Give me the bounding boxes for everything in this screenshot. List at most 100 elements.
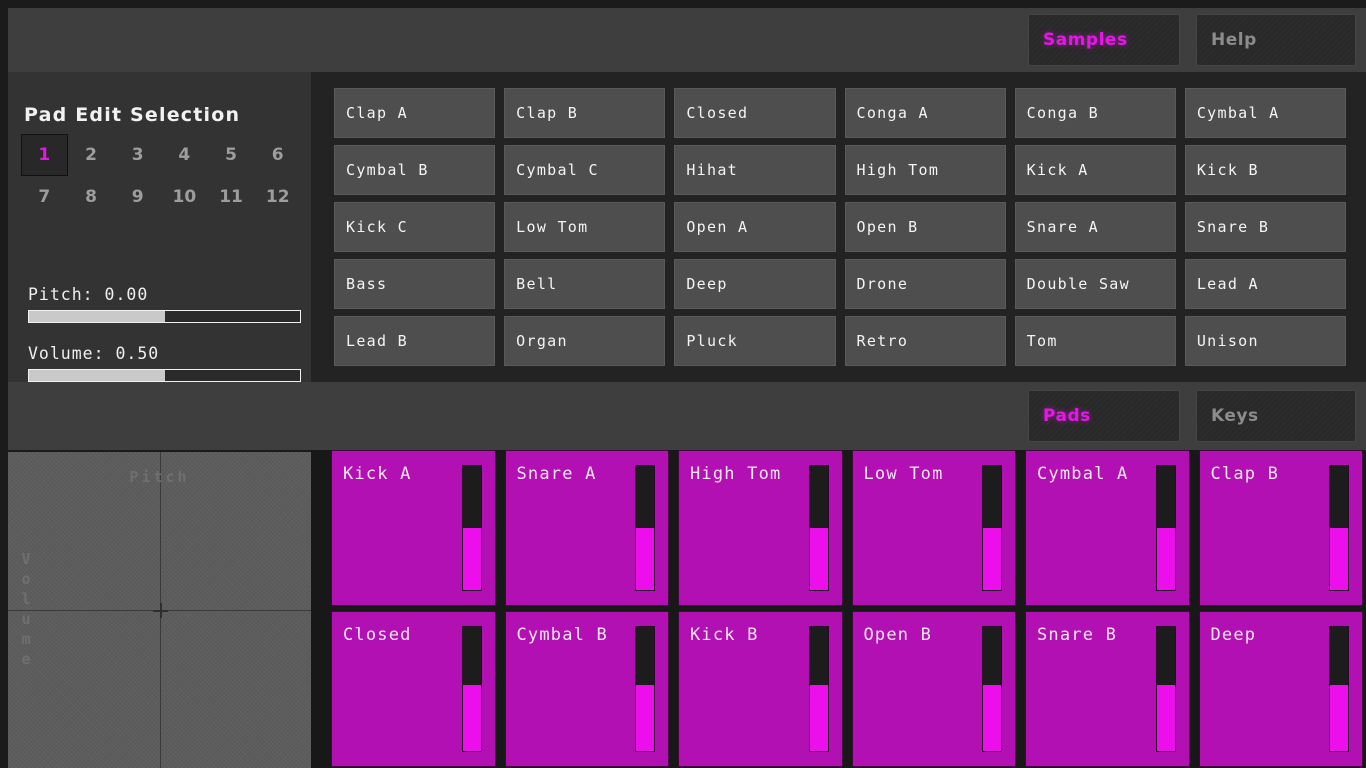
- performance-pad[interactable]: Closed: [331, 611, 496, 767]
- performance-pad-meter-fill: [462, 528, 481, 590]
- sample-button[interactable]: Drone: [844, 259, 1006, 309]
- sample-button[interactable]: Open A: [674, 202, 836, 252]
- pad-number-8[interactable]: 8: [68, 176, 115, 218]
- pitch-control: Pitch: 0.00: [28, 285, 303, 323]
- performance-pad-meter[interactable]: [1155, 626, 1176, 752]
- sample-button[interactable]: Snare B: [1184, 202, 1346, 252]
- sample-button[interactable]: Conga A: [844, 88, 1006, 138]
- sample-button[interactable]: Cymbal C: [504, 145, 666, 195]
- sample-button[interactable]: Pluck: [674, 316, 836, 366]
- performance-pad-meter[interactable]: [808, 465, 829, 591]
- performance-pad-meter[interactable]: [1329, 626, 1349, 752]
- performance-pad[interactable]: Clap B: [1198, 450, 1363, 606]
- performance-pad-meter-fill: [462, 685, 481, 751]
- performance-pad[interactable]: Snare B: [1025, 611, 1190, 767]
- sample-button[interactable]: Kick A: [1014, 145, 1176, 195]
- sample-button[interactable]: Bell: [504, 259, 666, 309]
- performance-pad-meter[interactable]: [635, 465, 655, 591]
- performance-pad-label: Deep: [1210, 625, 1257, 645]
- performance-pad[interactable]: Kick A: [331, 450, 496, 606]
- volume-slider[interactable]: [28, 369, 301, 382]
- sample-button[interactable]: Retro: [844, 316, 1006, 366]
- xy-control-pad[interactable]: Pitch Volume: [8, 452, 311, 768]
- sample-button[interactable]: Cymbal B: [334, 145, 496, 195]
- sample-button[interactable]: Tom: [1014, 316, 1176, 366]
- sample-button[interactable]: Kick B: [1184, 145, 1346, 195]
- pitch-slider[interactable]: [28, 310, 301, 323]
- tab-samples[interactable]: Samples: [1028, 14, 1180, 66]
- pad-number-12[interactable]: 12: [254, 176, 301, 218]
- performance-pad[interactable]: Deep: [1198, 611, 1363, 767]
- sample-button[interactable]: Double Saw: [1014, 259, 1176, 309]
- performance-pad-meter[interactable]: [982, 465, 1002, 591]
- pad-number-2[interactable]: 2: [68, 134, 115, 176]
- tab-help[interactable]: Help: [1196, 14, 1356, 66]
- sample-button[interactable]: Conga B: [1014, 88, 1176, 138]
- xy-x-axis-label: Pitch: [129, 468, 190, 486]
- performance-pad-label: Low Tom: [863, 464, 944, 484]
- sample-button[interactable]: Kick C: [334, 202, 496, 252]
- performance-pad[interactable]: Low Tom: [851, 450, 1016, 606]
- performance-pad-label: Snare A: [516, 464, 597, 484]
- sample-button[interactable]: Snare A: [1014, 202, 1176, 252]
- sample-button[interactable]: Unison: [1184, 316, 1346, 366]
- performance-pad-meter[interactable]: [461, 465, 482, 591]
- performance-pad[interactable]: High Tom: [678, 450, 843, 606]
- tab-keys[interactable]: Keys: [1196, 390, 1356, 442]
- performance-pad-meter[interactable]: [1155, 465, 1176, 591]
- tab-pads[interactable]: Pads: [1028, 390, 1180, 442]
- pad-number-6[interactable]: 6: [254, 134, 301, 176]
- sample-button[interactable]: Closed: [674, 88, 836, 138]
- sample-button[interactable]: Hihat: [674, 145, 836, 195]
- performance-pad-meter[interactable]: [461, 626, 482, 752]
- pad-number-7[interactable]: 7: [21, 176, 68, 218]
- pad-number-10[interactable]: 10: [161, 176, 208, 218]
- page-title: Pad Edit Selection: [24, 104, 241, 126]
- performance-pad-label: Kick B: [690, 625, 759, 645]
- sample-button[interactable]: Organ: [504, 316, 666, 366]
- sample-button[interactable]: Open B: [844, 202, 1006, 252]
- sample-button[interactable]: Low Tom: [504, 202, 666, 252]
- performance-pad-meter-fill: [636, 685, 654, 751]
- xy-cursor-crosshair-icon[interactable]: [152, 603, 168, 618]
- sampler-app: Samples Help Pad Edit Selection 1 2 3 4 …: [0, 0, 1366, 768]
- sample-button[interactable]: Cymbal A: [1184, 88, 1346, 138]
- performance-pad-meter[interactable]: [982, 626, 1002, 752]
- performance-pad-meter[interactable]: [1329, 465, 1349, 591]
- performance-pad-label: Kick A: [343, 464, 412, 484]
- sample-button[interactable]: Deep: [674, 259, 836, 309]
- xy-y-axis-label: Volume: [17, 550, 35, 670]
- sample-button[interactable]: Clap A: [334, 88, 496, 138]
- sample-button[interactable]: Bass: [334, 259, 496, 309]
- performance-pad-meter-fill: [983, 528, 1001, 590]
- pad-number-3[interactable]: 3: [114, 134, 161, 176]
- pad-number-9[interactable]: 9: [114, 176, 161, 218]
- performance-pad-label: Closed: [343, 625, 412, 645]
- sample-button[interactable]: Clap B: [504, 88, 666, 138]
- sample-grid: Clap A Clap B Closed Conga A Conga B Cymbal A…: [334, 88, 1346, 366]
- performance-pad-meter-fill: [1330, 685, 1348, 751]
- pad-number-11[interactable]: 11: [208, 176, 255, 218]
- performance-pad-meter[interactable]: [635, 626, 655, 752]
- performance-pad-label: Cymbal B: [516, 625, 608, 645]
- pad-edit-panel: Pad Edit Selection 1 2 3 4 5 6 7 8 9 10 …: [8, 72, 311, 382]
- performance-pad[interactable]: Open B: [851, 611, 1016, 767]
- performance-pad-label: Clap B: [1210, 464, 1280, 484]
- performance-pad[interactable]: Cymbal A: [1025, 450, 1190, 606]
- pad-number-row-2: 7 8 9 10 11 12: [21, 176, 301, 218]
- performance-pad-label: Open B: [863, 625, 933, 645]
- performance-pads-panel: Kick A Snare A High Tom Low Tom Cymbal A Clap…: [311, 450, 1366, 768]
- sample-button[interactable]: High Tom: [844, 145, 1006, 195]
- performance-pad-meter-fill: [809, 685, 828, 751]
- pad-number-4[interactable]: 4: [161, 134, 208, 176]
- sample-button[interactable]: Lead A: [1184, 259, 1346, 309]
- sample-button[interactable]: Lead B: [334, 316, 496, 366]
- performance-pad-meter[interactable]: [808, 626, 829, 752]
- performance-pad[interactable]: Cymbal B: [504, 611, 669, 767]
- performance-pad-meter-fill: [636, 528, 654, 590]
- performance-pad[interactable]: Kick B: [678, 611, 843, 767]
- pad-number-1[interactable]: 1: [21, 134, 68, 176]
- pad-number-5[interactable]: 5: [208, 134, 255, 176]
- performance-pad[interactable]: Snare A: [504, 450, 669, 606]
- volume-label: Volume: 0.50: [28, 344, 160, 363]
